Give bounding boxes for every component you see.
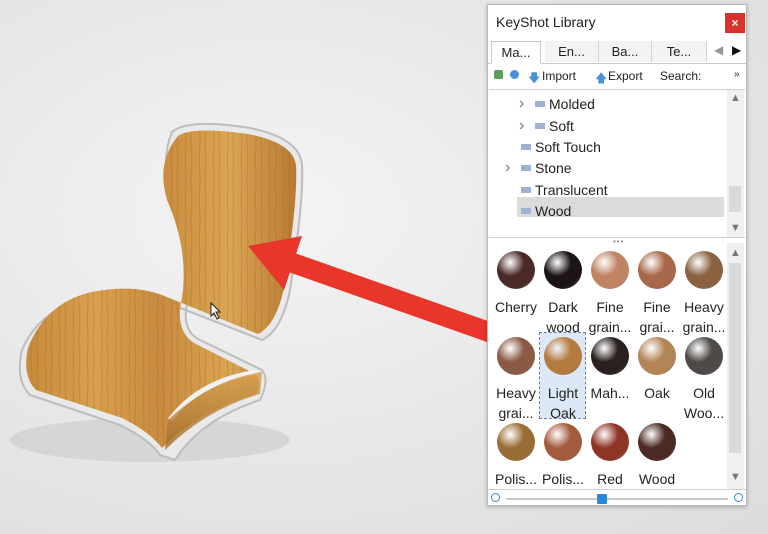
- thumbnail-size-bar: [488, 489, 746, 506]
- library-toolbar: 🡇 Import 🡅 Export Search: »: [488, 65, 746, 87]
- material-preview-sphere: [685, 251, 723, 289]
- scroll-up-icon[interactable]: ▲: [730, 92, 741, 104]
- panel-title: KeyShot Library: [496, 14, 596, 30]
- keyshot-library-panel: KeyShot Library × Ma... En... Ba... Te..…: [487, 4, 747, 506]
- tree-item[interactable]: › Molded: [519, 94, 595, 114]
- material-thumbnail-grid: Cherry Dark wood Fine grain... Fine grai...…: [489, 243, 745, 489]
- material-preview-sphere: [497, 251, 535, 289]
- tree-item-label: Soft Touch: [535, 139, 601, 155]
- folder-icon: [521, 144, 531, 150]
- refresh-icon[interactable]: [510, 70, 519, 79]
- tree-scroll-thumb[interactable]: [729, 186, 741, 212]
- folder-icon: [521, 187, 531, 193]
- material-label: Wood: [638, 471, 676, 487]
- tree-item-label: Molded: [549, 96, 595, 112]
- grid-scrollbar[interactable]: ▲ ▼: [727, 243, 744, 489]
- material-tile[interactable]: Wood: [634, 419, 679, 489]
- tab-scroll-left-icon[interactable]: ◀: [714, 43, 723, 57]
- tab-materials[interactable]: Ma...: [491, 41, 541, 64]
- scroll-up-icon[interactable]: ▲: [730, 247, 741, 259]
- tree-item[interactable]: Translucent: [521, 180, 608, 200]
- material-tile[interactable]: Oak: [634, 333, 679, 418]
- scroll-down-icon[interactable]: ▼: [730, 471, 741, 483]
- tree-item[interactable]: › Stone: [505, 158, 572, 178]
- library-tabs: Ma... En... Ba... Te... ◀ ▶: [488, 41, 746, 64]
- material-tile[interactable]: Red: [587, 419, 632, 489]
- material-tile[interactable]: Mah...: [587, 333, 632, 418]
- add-folder-icon[interactable]: [494, 70, 503, 79]
- folder-icon: [535, 101, 545, 107]
- tree-item[interactable]: Wood: [521, 201, 572, 221]
- thumbnail-size-slider[interactable]: [506, 498, 728, 500]
- material-preview-sphere: [591, 423, 629, 461]
- material-folder-tree: › Molded › Soft Soft Touch › Stone Translucent W…: [489, 89, 745, 238]
- material-tile[interactable]: Dark wood: [540, 247, 585, 335]
- tree-item-label: Stone: [535, 160, 572, 176]
- folder-icon: [535, 123, 545, 129]
- tab-backplates[interactable]: Ba...: [599, 41, 652, 62]
- chair-model[interactable]: [18, 122, 304, 462]
- material-tile[interactable]: Heavy grai...: [493, 333, 538, 421]
- expand-chevron-icon[interactable]: ›: [505, 158, 510, 178]
- material-preview-sphere: [638, 251, 676, 289]
- panel-titlebar[interactable]: KeyShot Library ×: [488, 5, 746, 39]
- material-tile[interactable]: Fine grain...: [587, 247, 632, 335]
- more-options-button[interactable]: »: [734, 69, 740, 80]
- tree-item[interactable]: Soft Touch: [521, 137, 601, 157]
- material-tile[interactable]: Heavy grain...: [681, 247, 726, 335]
- material-tile[interactable]: Fine grai...: [634, 247, 679, 335]
- expand-chevron-icon[interactable]: ›: [519, 116, 524, 136]
- scroll-down-icon[interactable]: ▼: [730, 222, 741, 234]
- tree-item-label: Soft: [549, 118, 574, 134]
- expand-chevron-icon[interactable]: ›: [519, 94, 524, 114]
- export-button[interactable]: Export: [608, 69, 643, 83]
- zoom-in-icon[interactable]: [734, 493, 743, 502]
- material-label: Heavy grain...: [682, 299, 726, 335]
- material-preview-sphere: [685, 337, 723, 375]
- import-icon: 🡇: [528, 71, 541, 85]
- tree-item[interactable]: › Soft: [519, 116, 574, 136]
- tab-scroll-right-icon[interactable]: ▶: [732, 43, 741, 57]
- tab-textures[interactable]: Te...: [652, 41, 707, 62]
- material-tile[interactable]: Light Oak: [539, 332, 586, 421]
- material-preview-sphere: [638, 337, 676, 375]
- material-preview-sphere: [591, 251, 629, 289]
- material-preview-sphere: [544, 337, 582, 375]
- tree-scrollbar[interactable]: ▲ ▼: [727, 90, 744, 237]
- thumbnail-size-slider-thumb[interactable]: [597, 494, 607, 504]
- folder-icon: [521, 165, 531, 171]
- material-tile[interactable]: Cherry: [493, 247, 538, 332]
- material-preview-sphere: [591, 337, 629, 375]
- tree-item-label: Translucent: [535, 182, 608, 198]
- tab-environments[interactable]: En...: [545, 41, 599, 62]
- close-button[interactable]: ×: [725, 13, 745, 33]
- material-preview-sphere: [497, 423, 535, 461]
- grid-scroll-thumb[interactable]: [729, 263, 741, 453]
- tree-item-label: Wood: [535, 203, 572, 219]
- export-icon: 🡅: [595, 71, 608, 85]
- material-tile[interactable]: Polis...: [540, 419, 585, 489]
- material-preview-sphere: [638, 423, 676, 461]
- import-button[interactable]: Import: [542, 69, 576, 83]
- material-preview-sphere: [544, 251, 582, 289]
- zoom-out-icon[interactable]: [491, 493, 500, 502]
- folder-icon: [521, 208, 531, 214]
- material-tile[interactable]: Polis...: [493, 419, 538, 489]
- material-tile[interactable]: Old Woo...: [681, 333, 726, 421]
- material-preview-sphere: [497, 337, 535, 375]
- material-label: Old Woo...: [683, 385, 725, 421]
- material-preview-sphere: [544, 423, 582, 461]
- search-label: Search:: [660, 69, 702, 83]
